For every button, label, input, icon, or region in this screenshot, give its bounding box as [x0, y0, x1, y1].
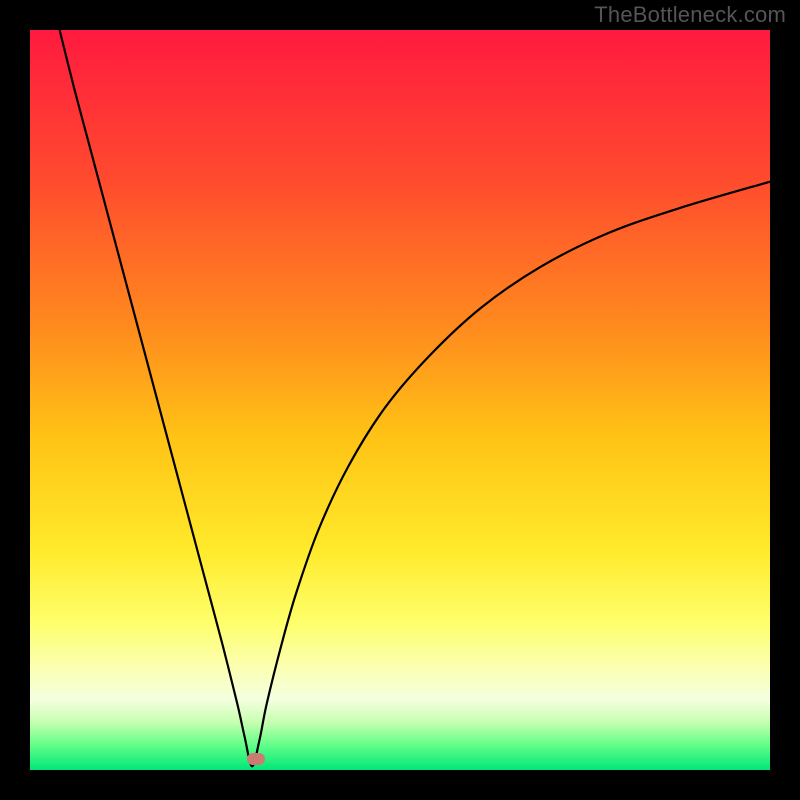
watermark-label: TheBottleneck.com [594, 2, 786, 28]
gradient-bg [30, 30, 770, 770]
optimum-marker [247, 753, 265, 765]
plot-area [30, 30, 770, 770]
chart-stage: TheBottleneck.com [0, 0, 800, 800]
